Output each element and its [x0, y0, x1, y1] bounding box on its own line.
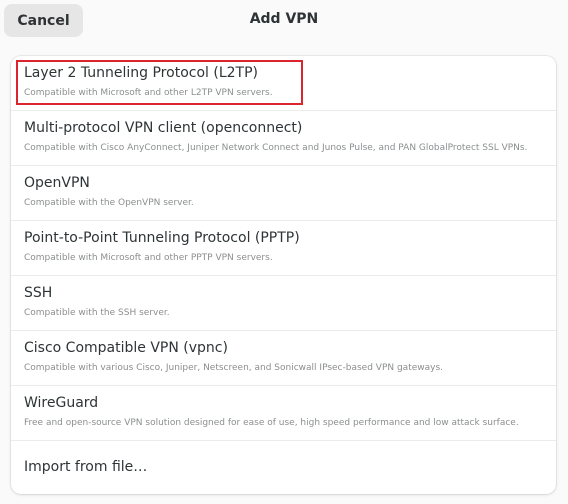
vpn-option-description: Compatible with Cisco AnyConnect, Junipe…: [24, 143, 528, 153]
vpn-option-description: Compatible with the SSH server.: [24, 308, 170, 318]
vpn-option-wireguard[interactable]: WireGuard Free and open-source VPN solut…: [11, 386, 556, 441]
import-from-file-row[interactable]: Import from file…: [11, 441, 556, 494]
import-from-file-label: Import from file…: [24, 459, 148, 475]
vpn-option-openvpn[interactable]: OpenVPN Compatible with the OpenVPN serv…: [11, 166, 556, 221]
vpn-option-l2tp[interactable]: Layer 2 Tunneling Protocol (L2TP) Compat…: [11, 56, 556, 111]
vpn-option-pptp[interactable]: Point-to-Point Tunneling Protocol (PPTP)…: [11, 221, 556, 276]
vpn-option-title: OpenVPN: [24, 175, 90, 191]
vpn-type-list: Layer 2 Tunneling Protocol (L2TP) Compat…: [11, 56, 556, 494]
vpn-option-description: Compatible with various Cisco, Juniper, …: [24, 363, 444, 373]
vpn-option-title: Multi-protocol VPN client (openconnect): [24, 120, 303, 136]
vpn-option-description: Free and open-source VPN solution design…: [24, 418, 519, 428]
vpn-option-title: SSH: [24, 285, 53, 301]
vpn-option-description: Compatible with the OpenVPN server.: [24, 198, 194, 208]
vpn-option-title: Point-to-Point Tunneling Protocol (PPTP): [24, 230, 300, 246]
dialog-header: Cancel Add VPN: [0, 0, 568, 46]
vpn-option-ssh[interactable]: SSH Compatible with the SSH server.: [11, 276, 556, 331]
vpn-option-title: Cisco Compatible VPN (vpnc): [24, 340, 228, 356]
vpn-option-title: Layer 2 Tunneling Protocol (L2TP): [24, 65, 258, 81]
add-vpn-dialog: Cancel Add VPN Layer 2 Tunneling Protoco…: [0, 0, 568, 504]
vpn-option-vpnc[interactable]: Cisco Compatible VPN (vpnc) Compatible w…: [11, 331, 556, 386]
vpn-option-description: Compatible with Microsoft and other L2TP…: [24, 88, 273, 98]
vpn-option-description: Compatible with Microsoft and other PPTP…: [24, 253, 273, 263]
dialog-title: Add VPN: [249, 11, 319, 27]
vpn-option-openconnect[interactable]: Multi-protocol VPN client (openconnect) …: [11, 111, 556, 166]
vpn-option-title: WireGuard: [24, 395, 99, 411]
